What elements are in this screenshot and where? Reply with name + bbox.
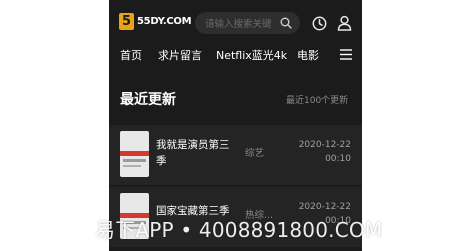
search-icon[interactable]	[280, 17, 292, 29]
site-logo[interactable]: 5 55DY.COM	[119, 13, 192, 30]
section-title: 最近更新	[120, 92, 176, 108]
logo-text: 55DY.COM	[137, 16, 192, 27]
nav-item-home[interactable]: 首页	[120, 47, 142, 63]
item-time: 00:10	[325, 154, 351, 164]
menu-icon[interactable]	[340, 49, 352, 60]
top-bar: 5 55DY.COM 请输入搜索关键	[109, 0, 362, 45]
history-clock-icon[interactable]	[312, 16, 327, 31]
poster-thumbnail[interactable]	[120, 131, 149, 177]
search-placeholder: 请输入搜索关键	[205, 19, 272, 30]
logo-badge: 5	[119, 13, 134, 30]
user-icon[interactable]	[337, 15, 352, 31]
category-nav: 首页 求片留言 Netflix蓝光4k 电影	[109, 45, 362, 67]
section-subtitle[interactable]: 最近100个更新	[286, 93, 348, 106]
item-title[interactable]: 我就是演员第三季	[156, 137, 236, 169]
item-date: 2020-12-22	[298, 202, 351, 212]
list-item[interactable]: 我就是演员第三季 综艺 2020-12-22 00:10	[109, 125, 362, 185]
search-input[interactable]: 请输入搜索关键	[195, 12, 300, 34]
watermark-text: 易下APP • 4008891800.COM	[95, 218, 383, 242]
nav-item-netflix[interactable]: Netflix蓝光4k	[216, 47, 287, 63]
item-updated: 2020-12-22 00:10	[299, 138, 351, 166]
item-date: 2020-12-22	[298, 140, 351, 150]
nav-item-request[interactable]: 求片留言	[158, 47, 202, 63]
item-category: 综艺	[245, 148, 265, 159]
nav-item-movies[interactable]: 电影	[297, 47, 319, 63]
